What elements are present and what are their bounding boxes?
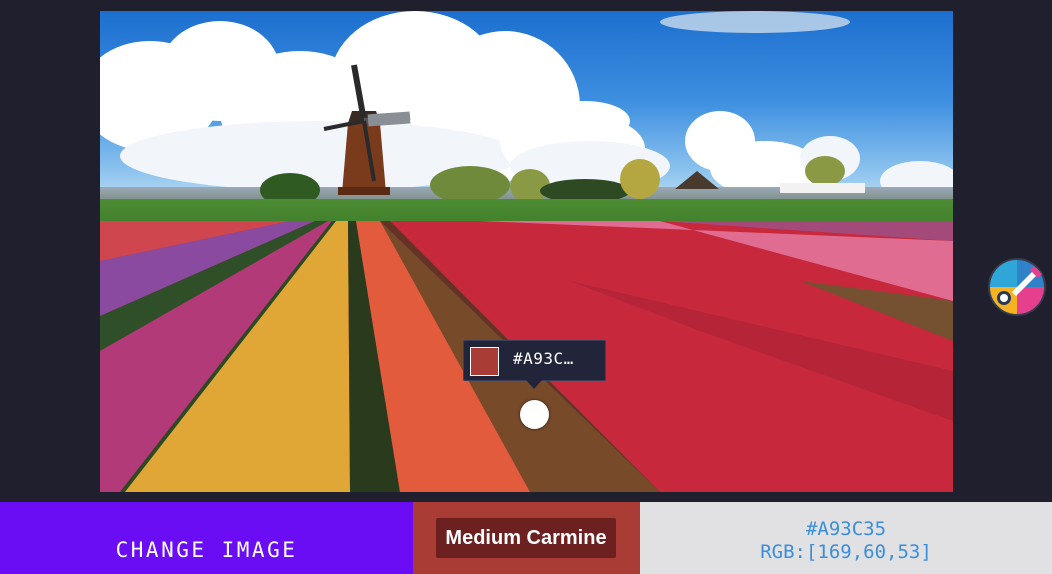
palette-icon [990,260,1044,314]
palette-button[interactable] [988,258,1046,316]
color-picker-handle[interactable] [520,400,549,429]
photo-cloud [660,11,850,33]
color-picker-screen: #A93C… CHANGE IMAGE Medium Carmine #A93C… [0,0,1052,574]
color-tooltip: #A93C… [463,340,606,389]
change-image-button[interactable]: CHANGE IMAGE [0,502,413,574]
rgb-code-text: RGB:[169,60,53] [760,541,932,563]
photo-fence [780,183,865,193]
color-code-panel[interactable]: #A93C35 RGB:[169,60,53] [640,502,1052,574]
photo-barn [675,171,719,189]
photo-tree [620,159,660,199]
color-name-label: Medium Carmine [436,518,616,558]
windmill-image [323,64,411,195]
tooltip-hex-text: #A93C… [513,349,574,368]
color-swatch [470,347,499,376]
hex-code-text: #A93C35 [805,518,887,540]
bottom-bar: CHANGE IMAGE Medium Carmine #A93C35 RGB:… [0,502,1052,574]
sample-photo[interactable]: #A93C… [100,11,953,492]
color-name-panel: Medium Carmine [413,502,640,574]
photo-tree [805,156,845,186]
